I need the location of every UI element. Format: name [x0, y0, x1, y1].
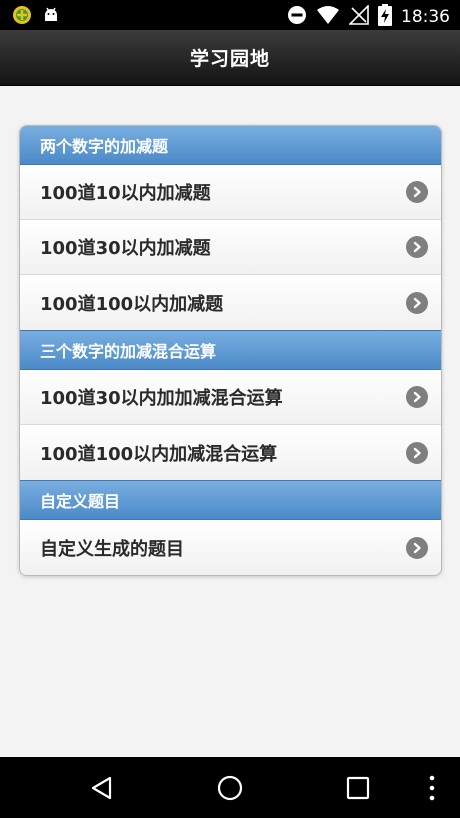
- section-header-three-numbers: 三个数字的加减混合运算: [20, 330, 441, 370]
- section-header-two-numbers: 两个数字的加减题: [20, 126, 441, 165]
- list-item-label: 100道30以内加加减混合运算: [40, 388, 283, 409]
- battery-charging-icon: [378, 4, 392, 30]
- wifi-icon: [316, 5, 340, 29]
- clock: 18:36: [401, 7, 450, 27]
- list-item-label: 100道100以内加减混合运算: [40, 443, 278, 465]
- page-title: 学习园地: [189, 48, 270, 70]
- system-nav-bar: [0, 757, 460, 818]
- section-title: 自定义题目: [40, 492, 121, 511]
- list-item-add-sub-100[interactable]: 100道100以内加减题: [20, 275, 441, 330]
- chevron-right-icon: [406, 536, 428, 559]
- section-title: 三个数字的加减混合运算: [40, 342, 217, 361]
- chevron-right-icon: [406, 386, 428, 408]
- section-title: 两个数字的加减题: [40, 137, 169, 156]
- recents-icon[interactable]: [345, 775, 371, 805]
- list-item-custom-generated[interactable]: 自定义生成的题目: [20, 520, 441, 575]
- chevron-right-icon: [406, 441, 428, 464]
- list-item-label: 100道30以内加减题: [40, 238, 211, 259]
- chevron-right-icon: [406, 181, 428, 203]
- status-bar: 18:36: [0, 0, 460, 30]
- list-item-mixed-30[interactable]: 100道30以内加加减混合运算: [20, 370, 441, 425]
- list-item-label: 100道10以内加减题: [40, 183, 211, 204]
- section-header-custom: 自定义题目: [20, 480, 441, 520]
- list-item-mixed-100[interactable]: 100道100以内加减混合运算: [20, 425, 441, 480]
- chevron-right-icon: [406, 291, 428, 314]
- list-item-add-sub-10[interactable]: 100道10以内加减题: [20, 165, 441, 220]
- android-icon: [42, 6, 60, 28]
- do-not-disturb-icon: [287, 5, 307, 29]
- back-icon[interactable]: [89, 775, 115, 805]
- list-item-label: 自定义生成的题目: [40, 538, 184, 560]
- app-badge-icon: [12, 5, 32, 29]
- app-header: 学习园地: [0, 30, 460, 86]
- list-item-label: 100道100以内加减题: [40, 293, 224, 315]
- list-item-add-sub-30[interactable]: 100道30以内加减题: [20, 220, 441, 275]
- chevron-right-icon: [406, 236, 428, 258]
- more-icon[interactable]: [428, 775, 436, 805]
- exercise-list: 两个数字的加减题 100道10以内加减题 100道30以内加减题 100道100…: [19, 125, 442, 576]
- home-icon[interactable]: [217, 775, 243, 805]
- signal-icon: [348, 4, 369, 29]
